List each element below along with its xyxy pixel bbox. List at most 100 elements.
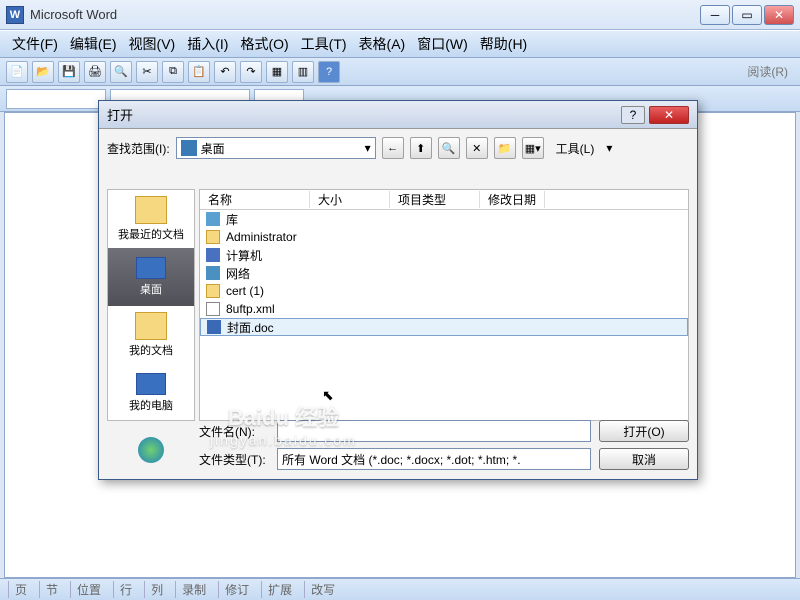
titlebar: W Microsoft Word ─ ▭ ✕ [0,0,800,30]
status-col: 列 [144,581,169,598]
standard-toolbar: 📄 📂 💾 🖨 🔍 ✂ ⧉ 📋 ↶ ↷ ▦ ▥ ? 阅读(R) [0,58,800,86]
open-icon[interactable]: 📂 [32,61,54,83]
desktop-icon [181,140,197,156]
close-button[interactable]: ✕ [764,5,794,25]
status-rev: 修订 [218,581,255,598]
menu-file[interactable]: 文件(F) [8,32,62,56]
doc-icon [207,320,221,334]
net-icon [206,266,220,280]
file-row[interactable]: 计算机 [200,246,688,264]
lookin-combo[interactable]: 桌面 ▾ [176,137,376,159]
maximize-button[interactable]: ▭ [732,5,762,25]
col-name[interactable]: 名称 [200,191,310,208]
file-row[interactable]: Administrator [200,228,688,246]
statusbar: 页 节 位置 行 列 录制 修订 扩展 改写 [0,578,800,600]
filetype-combo[interactable] [277,448,591,470]
back-button[interactable]: ← [382,137,404,159]
menu-tools[interactable]: 工具(T) [297,32,351,56]
menu-insert[interactable]: 插入(I) [183,32,232,56]
search-button[interactable]: 🔍 [438,137,460,159]
redo-icon[interactable]: ↷ [240,61,262,83]
status-pos: 位置 [70,581,107,598]
menu-view[interactable]: 视图(V) [125,32,180,56]
menu-window[interactable]: 窗口(W) [413,32,472,56]
status-line: 行 [113,581,138,598]
filetype-label: 文件类型(T): [199,451,269,468]
filename-input[interactable] [277,420,591,442]
preview-icon[interactable]: 🔍 [110,61,132,83]
status-ext: 扩展 [261,581,298,598]
place-我最近的文档[interactable]: 我最近的文档 [108,190,194,248]
file-row[interactable]: 封面.doc [200,318,688,336]
dialog-help-button[interactable]: ? [621,106,645,124]
columns-icon[interactable]: ▥ [292,61,314,83]
read-mode-button[interactable]: 阅读(R) [741,63,794,80]
menu-help[interactable]: 帮助(H) [476,32,531,56]
file-row[interactable]: 网络 [200,264,688,282]
place-label: 我的文档 [129,342,173,358]
open-dialog: 打开 ? ✕ 查找范围(I): 桌面 ▾ ← ⬆ 🔍 ✕ 📁 ▦▾ 工具(L) … [98,100,698,480]
lib-icon [206,212,220,226]
comp-icon [206,248,220,262]
copy-icon[interactable]: ⧉ [162,61,184,83]
status-rec: 录制 [175,581,212,598]
lookin-value: 桌面 [201,140,225,157]
place-桌面[interactable]: 桌面 [108,248,194,306]
folder-icon [206,230,220,244]
open-button[interactable]: 打开(O) [599,420,689,442]
dialog-close-button[interactable]: ✕ [649,106,689,124]
save-icon[interactable]: 💾 [58,61,80,83]
col-size[interactable]: 大小 [310,191,390,208]
filename-label: 文件名(N): [199,423,269,440]
dialog-titlebar: 打开 ? ✕ [99,101,697,129]
cancel-button[interactable]: 取消 [599,448,689,470]
up-button[interactable]: ⬆ [410,137,432,159]
file-name: 8uftp.xml [226,302,275,316]
col-type[interactable]: 项目类型 [390,191,480,208]
menu-edit[interactable]: 编辑(E) [66,32,121,56]
status-page: 页 [8,581,33,598]
file-name: Administrator [226,230,297,244]
place-我的电脑[interactable]: 我的电脑 [108,364,194,422]
status-ovr: 改写 [304,581,341,598]
file-row[interactable]: cert (1) [200,282,688,300]
new-doc-icon[interactable]: 📄 [6,61,28,83]
print-icon[interactable]: 🖨 [84,61,106,83]
file-list-pane: 名称 大小 项目类型 修改日期 库 Administrator 计算机网络 cert … [199,189,689,421]
file-name: 库 [226,211,238,228]
window-title: Microsoft Word [30,7,700,22]
folder-icon [135,312,167,340]
undo-icon[interactable]: ↶ [214,61,236,83]
paste-icon[interactable]: 📋 [188,61,210,83]
status-sec: 节 [39,581,64,598]
place-network[interactable] [108,422,194,480]
globe-icon [138,437,164,463]
place-label: 桌面 [140,281,162,297]
table-icon[interactable]: ▦ [266,61,288,83]
chevron-down-icon: ▾ [365,141,371,155]
menu-format[interactable]: 格式(O) [236,32,292,56]
lookin-label: 查找范围(I): [107,140,170,157]
file-row[interactable]: 8uftp.xml [200,300,688,318]
column-headers[interactable]: 名称 大小 项目类型 修改日期 [200,190,688,210]
style-select[interactable] [6,89,106,109]
file-name: 计算机 [226,247,262,264]
menubar: 文件(F) 编辑(E) 视图(V) 插入(I) 格式(O) 工具(T) 表格(A… [0,30,800,58]
menu-table[interactable]: 表格(A) [355,32,410,56]
tools-menu[interactable]: 工具(L) [550,140,601,157]
file-row[interactable]: 库 [200,210,688,228]
word-logo-icon: W [6,6,24,24]
file-name: cert (1) [226,284,264,298]
delete-button[interactable]: ✕ [466,137,488,159]
tools-chevron-icon: ▾ [606,141,612,155]
place-label: 我最近的文档 [118,226,184,242]
newfolder-button[interactable]: 📁 [494,137,516,159]
cut-icon[interactable]: ✂ [136,61,158,83]
pc-icon [136,257,166,279]
col-date[interactable]: 修改日期 [480,191,545,208]
help-icon[interactable]: ? [318,61,340,83]
place-我的文档[interactable]: 我的文档 [108,306,194,364]
views-button[interactable]: ▦▾ [522,137,544,159]
minimize-button[interactable]: ─ [700,5,730,25]
places-bar: 我最近的文档桌面我的文档我的电脑 [107,189,195,421]
